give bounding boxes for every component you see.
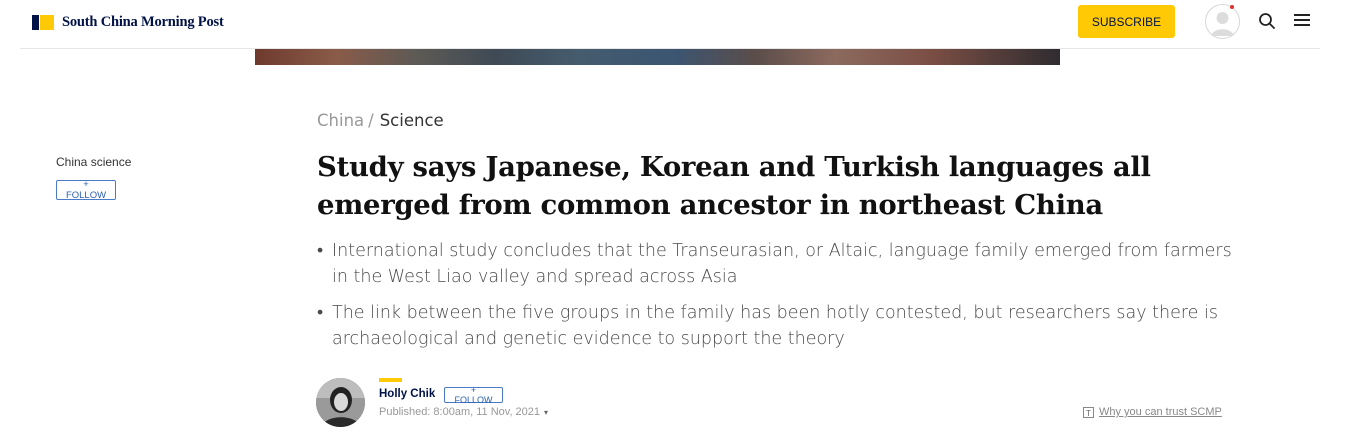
article-summary: • International study concludes that the…	[317, 238, 1237, 362]
breadcrumb-subsection-link[interactable]: Science	[380, 111, 444, 130]
user-avatar-icon[interactable]	[1205, 4, 1240, 39]
chevron-down-icon[interactable]: ▾	[544, 408, 548, 417]
published-text: Published: 8:00am, 11 Nov, 2021	[379, 406, 541, 418]
topic-follow-button[interactable]: + FOLLOW	[56, 179, 116, 201]
menu-icon[interactable]	[1294, 13, 1310, 27]
summary-item: • The link between the five groups in th…	[317, 300, 1237, 352]
trust-link-text[interactable]: Why you can trust SCMP	[1099, 406, 1222, 418]
scmp-logo[interactable]: South China Morning Post	[32, 14, 224, 30]
breadcrumb-separator: /	[368, 111, 374, 130]
trust-icon: T	[1083, 406, 1094, 418]
summary-item: • International study concludes that the…	[317, 238, 1237, 290]
subscribe-button[interactable]: SUBSCRIBE	[1078, 5, 1175, 38]
topic-label[interactable]: China science	[56, 155, 131, 169]
bullet-icon: •	[317, 241, 324, 261]
author-name[interactable]: Holly Chik	[379, 388, 435, 400]
logo-mark-icon	[32, 14, 54, 30]
bullet-icon: •	[317, 303, 324, 323]
search-icon[interactable]	[1258, 12, 1276, 30]
author-follow-button[interactable]: + FOLLOW	[444, 385, 503, 405]
summary-text: International study concludes that the T…	[332, 241, 1232, 287]
summary-text: The link between the five groups in the …	[332, 303, 1218, 349]
breadcrumb-section-link[interactable]: China	[317, 111, 364, 130]
hero-image	[255, 49, 1060, 65]
site-header: South China Morning Post SUBSCRIBE	[20, 0, 1320, 49]
notification-dot	[1230, 5, 1234, 9]
published-date[interactable]: Published: 8:00am, 11 Nov, 2021 ▾	[379, 406, 548, 418]
article-headline: Study says Japanese, Korean and Turkish …	[317, 151, 1151, 221]
logo-text: South China Morning Post	[62, 13, 224, 30]
trust-link[interactable]: T Why you can trust SCMP	[1083, 406, 1222, 418]
author-accent-bar	[379, 378, 402, 382]
author-avatar[interactable]	[316, 378, 365, 427]
breadcrumb: China / Science	[317, 111, 444, 130]
